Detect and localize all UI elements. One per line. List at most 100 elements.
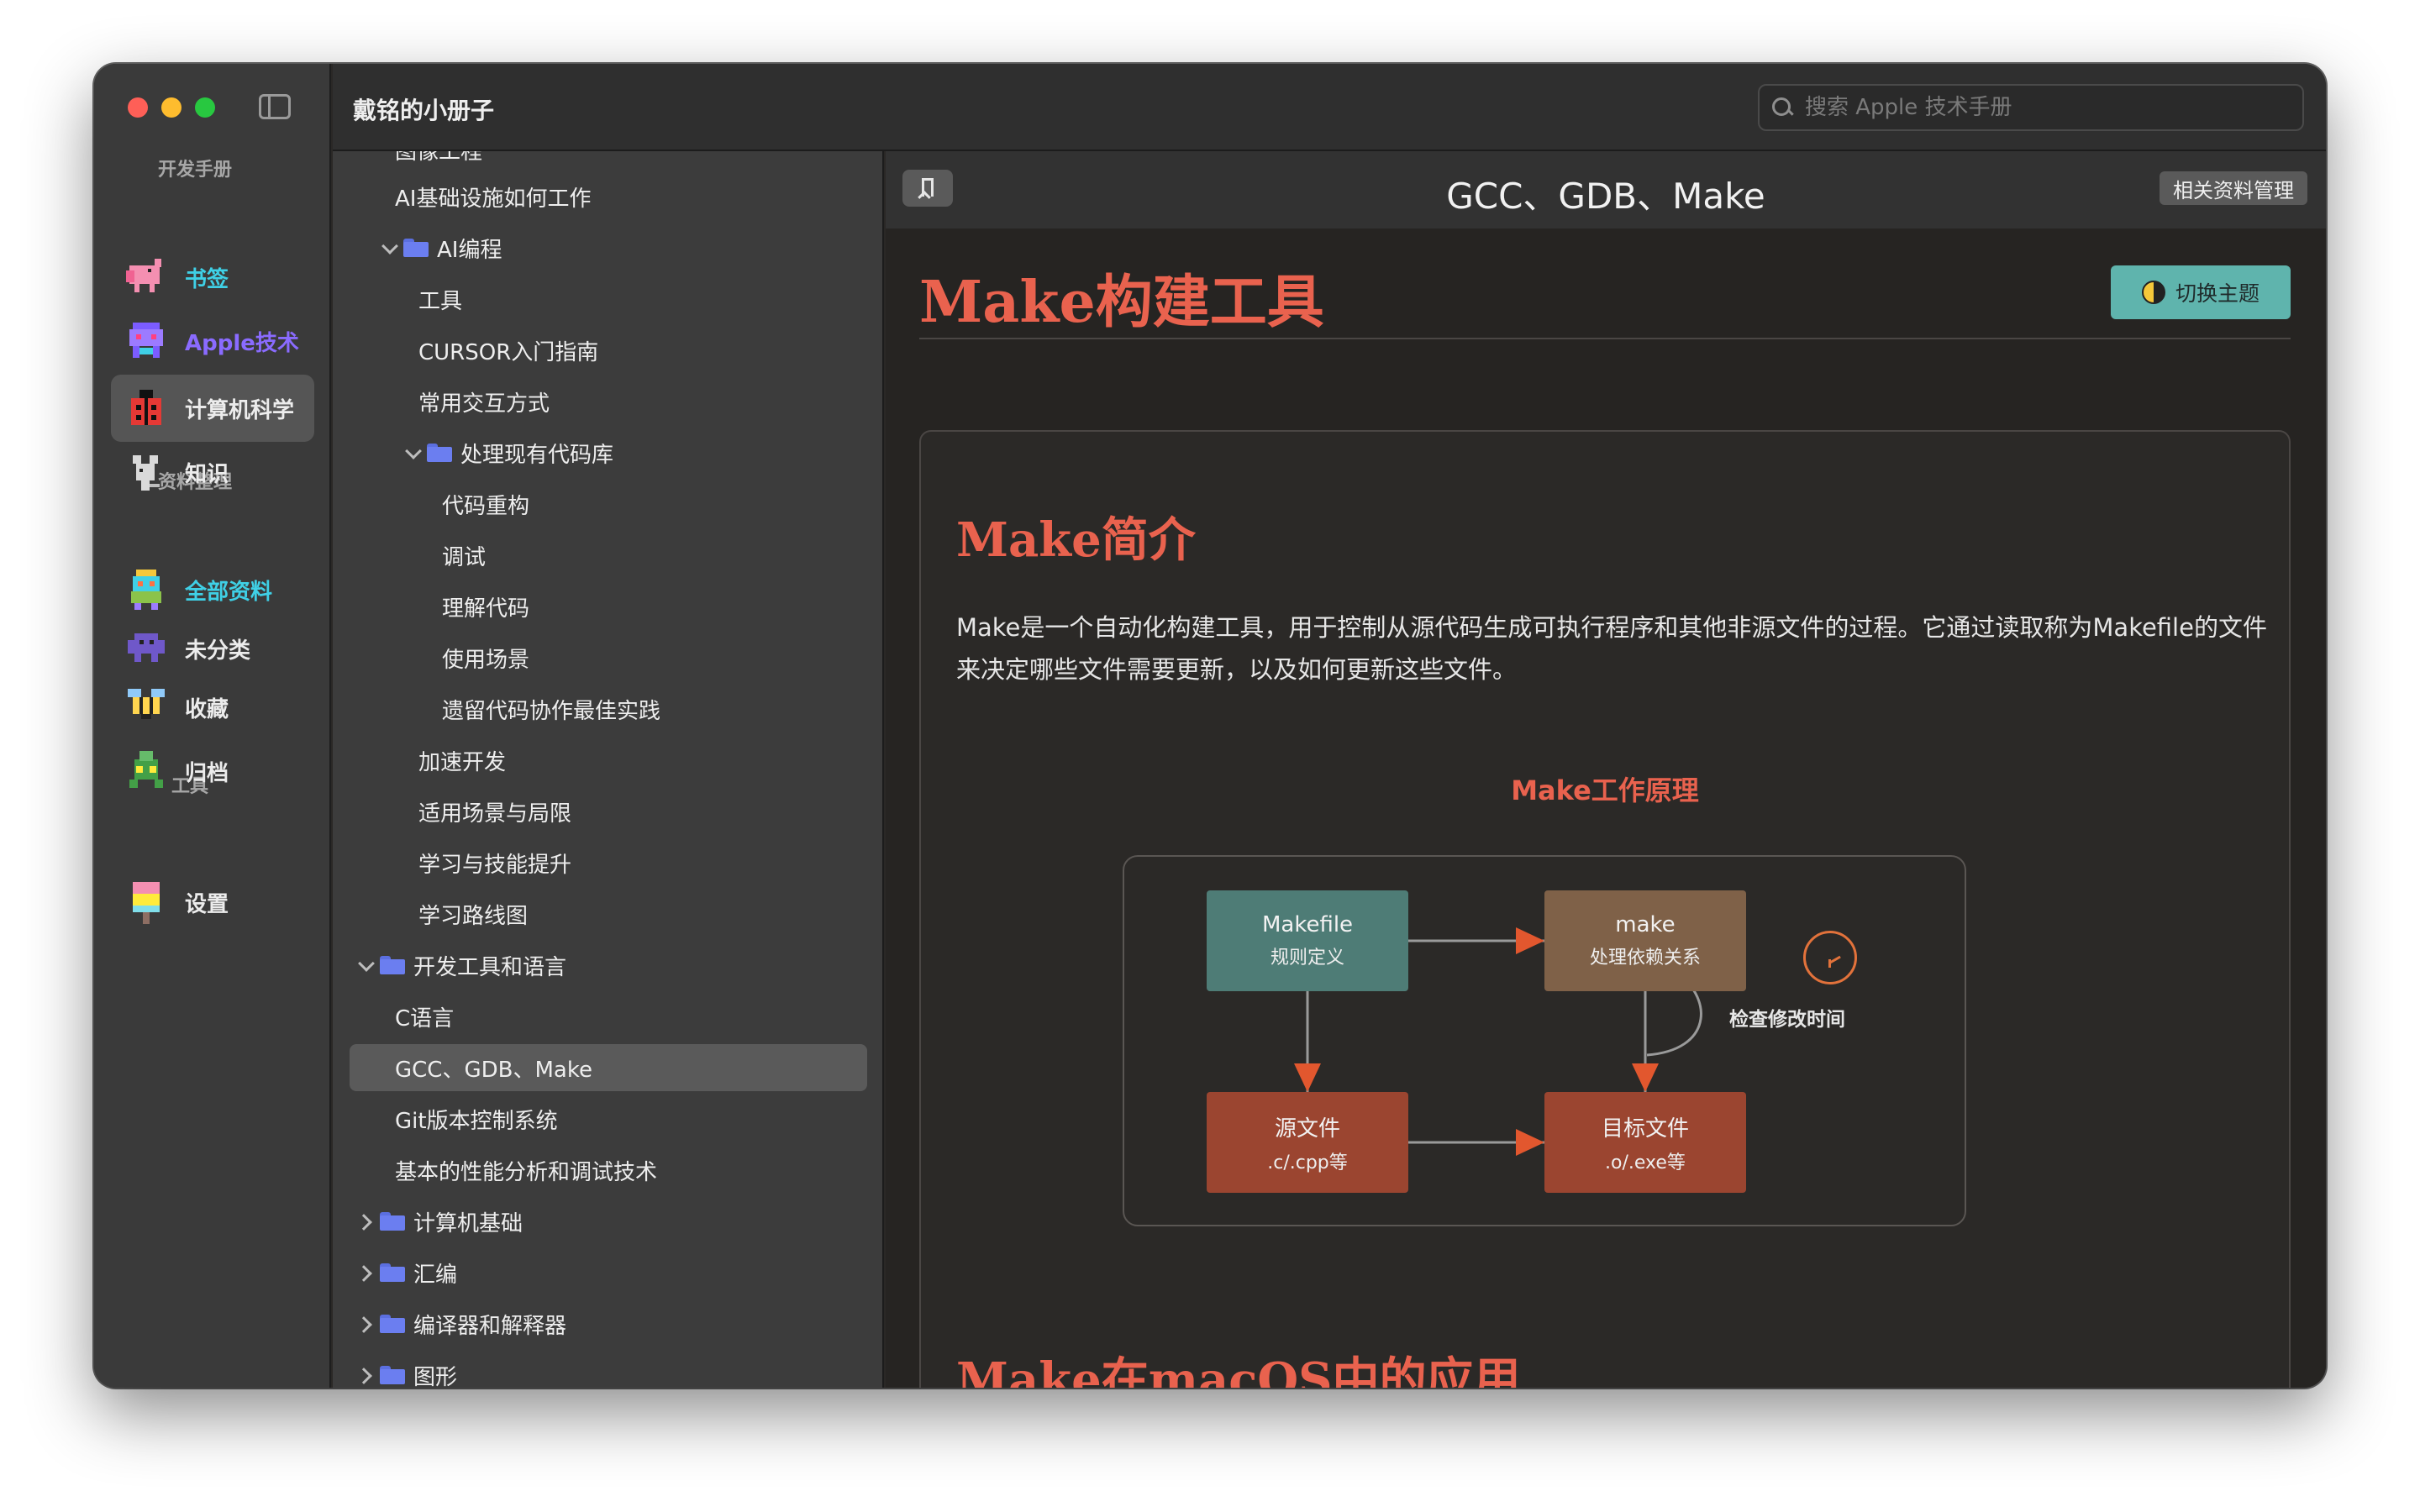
- check-mtime-label: 检查修改时间: [1729, 1009, 1845, 1031]
- toggle-theme-button[interactable]: 切换主题: [2111, 265, 2291, 319]
- tree-row[interactable]: 理解代码: [442, 583, 529, 630]
- chevron-down-icon[interactable]: [403, 444, 422, 462]
- section-title-macos: Make在macOS中的应用: [956, 1352, 1521, 1388]
- tree-row[interactable]: 加速开发: [418, 737, 506, 784]
- tree-row[interactable]: 学习路线图: [418, 890, 528, 937]
- sidebar-toggle-icon[interactable]: [259, 94, 291, 119]
- close-window-button[interactable]: [128, 97, 148, 118]
- content-card: Make简介 Make是一个自动化构建工具，用于控制从源代码生成可执行程序和其他…: [919, 430, 2291, 1388]
- tree-folder-row[interactable]: 汇编: [356, 1249, 457, 1296]
- ladybug-icon: [124, 386, 168, 430]
- sidebar-item-favorites[interactable]: 收藏: [111, 674, 314, 741]
- sidebar-item-all-resources[interactable]: 全部资料: [111, 556, 314, 623]
- tree-row[interactable]: 代码重构: [442, 480, 529, 528]
- chevron-right-icon[interactable]: [356, 1366, 375, 1384]
- sidebar-item-label: 归档: [185, 760, 229, 786]
- sidebar-item-uncategorized[interactable]: 未分类: [111, 615, 314, 682]
- purple-robot-icon: [124, 319, 168, 363]
- node-makefile: Makefile 规则定义: [1207, 890, 1408, 991]
- tree-row-label: C语言: [395, 1005, 455, 1032]
- search-input[interactable]: [1805, 95, 2275, 120]
- tree-row-label: 遗留代码协作最佳实践: [442, 698, 661, 724]
- minimize-window-button[interactable]: [161, 97, 182, 118]
- related-resources-button[interactable]: 相关资料管理: [2160, 171, 2307, 205]
- sidebar-item-label: 设置: [185, 891, 229, 917]
- folder-icon: [380, 1366, 405, 1384]
- sidebar-item-settings[interactable]: 设置: [111, 869, 314, 936]
- sidebar-item-knowledge[interactable]: 知识: [111, 438, 314, 506]
- title-bar: 戴铭的小册子: [333, 64, 2326, 151]
- section-label-dev: 开发手册: [158, 160, 233, 181]
- tree-folder-row[interactable]: 计算机基础: [356, 1198, 523, 1245]
- tree-folder-row[interactable]: 开发工具和语言: [356, 942, 566, 989]
- tree-row[interactable]: CURSOR入门指南: [418, 327, 598, 374]
- tree-row[interactable]: Git版本控制系统: [395, 1095, 558, 1142]
- toggle-theme-label: 切换主题: [2175, 281, 2260, 306]
- folder-icon: [403, 239, 429, 257]
- arrow-makefile-to-make-head: [1516, 927, 1544, 954]
- half-moon-icon: [2141, 281, 2165, 304]
- tree-row-label: 图形: [413, 1364, 458, 1389]
- document-header: GCC、GDB、Make 相关资料管理: [886, 151, 2326, 228]
- tree-folder-row[interactable]: 编译器和解释器: [356, 1300, 566, 1347]
- tree-row[interactable]: AI基础设施如何工作: [395, 173, 591, 220]
- tree-row[interactable]: 遗留代码协作最佳实践: [442, 685, 660, 732]
- chevron-right-icon[interactable]: [356, 1263, 375, 1282]
- tree-row[interactable]: GCC、GDB、Make: [350, 1044, 867, 1091]
- sidebar-item-label: 计算机科学: [185, 397, 295, 423]
- tree-row-label: Git版本控制系统: [395, 1108, 558, 1134]
- mouse-icon: [124, 450, 168, 494]
- zoom-window-button[interactable]: [195, 97, 215, 118]
- tree-row-label: AI编程: [437, 237, 502, 263]
- tree-row-label: 代码重构: [442, 493, 530, 519]
- sidebar-item-label: Apple技术: [185, 330, 299, 356]
- tree-row-label: 学习与技能提升: [418, 852, 572, 878]
- turtle-icon: [124, 749, 168, 793]
- tree-row[interactable]: 基本的性能分析和调试技术: [395, 1147, 657, 1194]
- bee-icon: [124, 685, 168, 729]
- app-title: 戴铭的小册子: [353, 97, 495, 124]
- chevron-down-icon[interactable]: [380, 239, 398, 257]
- tree-row[interactable]: C语言: [395, 993, 454, 1040]
- tree-row[interactable]: 调试: [442, 532, 486, 579]
- sidebar-item-archive[interactable]: 归档: [111, 738, 314, 805]
- document-title: GCC、GDB、Make: [1446, 176, 1765, 217]
- node-makefile-sub: 规则定义: [1270, 948, 1344, 969]
- tree-row-label: 工具: [418, 288, 463, 314]
- tree-row-label: 学习路线图: [418, 903, 529, 929]
- cat-icon: [124, 568, 168, 612]
- tree-row[interactable]: 使用场景: [442, 634, 529, 681]
- node-make: make 处理依赖关系: [1544, 890, 1746, 991]
- search-box[interactable]: [1758, 84, 2304, 131]
- chevron-right-icon[interactable]: [356, 1212, 375, 1231]
- tree-folder-row[interactable]: 图形: [356, 1352, 457, 1388]
- sidebar-item-label: 未分类: [185, 638, 251, 664]
- document-view: GCC、GDB、Make 相关资料管理 Make构建工具 切换主题 Make简介…: [886, 151, 2326, 1388]
- chevron-down-icon[interactable]: [356, 956, 375, 974]
- arrow-make-to-target-head: [1632, 1063, 1659, 1092]
- chevron-right-icon[interactable]: [356, 1315, 375, 1333]
- sidebar-item-apple-tech[interactable]: Apple技术: [111, 307, 314, 375]
- sidebar-item-computer-science[interactable]: 计算机科学: [111, 375, 314, 442]
- arrow-makefile-to-source-head: [1294, 1063, 1321, 1092]
- tree-row-label: 加速开发: [418, 749, 507, 775]
- tree-row[interactable]: 图像工程: [395, 151, 482, 173]
- tree-row-label: 图像工程: [395, 151, 483, 165]
- node-target-title: 目标文件: [1601, 1116, 1689, 1142]
- diagram-title: Make工作原理: [1511, 774, 1699, 806]
- tree-row-label: GCC、GDB、Make: [395, 1057, 592, 1083]
- tree-folder-row[interactable]: AI编程: [380, 224, 502, 271]
- folder-icon: [380, 1212, 405, 1231]
- tree-row[interactable]: 学习与技能提升: [418, 839, 571, 886]
- app-window: 开发手册 资料整理 工具 书签 Apple技术 计算机科学 知识 全部资料 未分类 收藏 归档…: [94, 64, 2326, 1388]
- tree-row[interactable]: 适用场景与局限: [418, 788, 571, 835]
- tree-row[interactable]: 工具: [418, 276, 462, 323]
- tree-row[interactable]: 常用交互方式: [418, 378, 550, 425]
- sidebar-item-label: 收藏: [185, 696, 229, 722]
- ice-cream-icon: [124, 880, 168, 924]
- tree-folder-row[interactable]: 处理现有代码库: [403, 429, 613, 476]
- node-make-title: make: [1615, 912, 1676, 937]
- node-target-sub: .o/.exe等: [1605, 1152, 1686, 1173]
- sidebar-item-bookmarks[interactable]: 书签: [111, 244, 314, 311]
- folder-icon: [380, 1263, 405, 1282]
